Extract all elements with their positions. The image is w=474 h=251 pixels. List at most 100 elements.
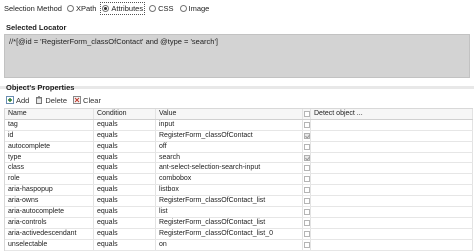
selected-locator-field[interactable]: //*[@id = 'RegisterForm_classOfContact' … <box>4 34 470 78</box>
table-row[interactable]: aria-haspopup equals listbox <box>5 185 473 197</box>
detect-object-cell[interactable] <box>311 217 473 228</box>
property-value-cell[interactable]: listbox <box>156 185 303 196</box>
property-value-cell[interactable]: ant-select-selection-search-input <box>156 163 303 174</box>
property-name-cell[interactable]: role <box>5 174 94 185</box>
property-condition-cell[interactable]: equals <box>94 119 156 130</box>
property-condition-cell[interactable]: equals <box>94 185 156 196</box>
property-condition-cell[interactable]: equals <box>94 228 156 239</box>
option-attributes[interactable]: Attributes <box>100 1 146 15</box>
option-xpath[interactable]: XPath <box>66 3 97 14</box>
property-value-cell[interactable]: RegisterForm_classOfContact_list <box>156 217 303 228</box>
detect-checkbox-cell[interactable] <box>303 152 311 163</box>
clear-button[interactable]: Clear <box>73 96 101 105</box>
property-condition-cell[interactable]: equals <box>94 141 156 152</box>
property-value-cell[interactable]: RegisterForm_classOfContact <box>156 130 303 141</box>
detect-checkbox[interactable] <box>303 154 310 161</box>
detect-checkbox[interactable] <box>303 198 310 205</box>
table-row[interactable]: role equals combobox <box>5 174 473 186</box>
detect-object-cell[interactable] <box>311 185 473 196</box>
column-detect-header[interactable]: Detect object ... <box>311 109 473 119</box>
detect-object-cell[interactable] <box>311 207 473 217</box>
property-value-cell[interactable]: combobox <box>156 174 303 185</box>
detect-checkbox[interactable] <box>303 176 310 183</box>
detect-checkbox[interactable] <box>303 219 310 226</box>
detect-object-cell[interactable] <box>311 239 473 250</box>
detect-checkbox-cell[interactable] <box>303 163 311 174</box>
detect-checkbox-cell[interactable] <box>303 174 311 185</box>
detect-object-cell[interactable] <box>311 196 473 207</box>
column-value-header[interactable]: Value <box>156 109 303 119</box>
table-row[interactable]: aria-controls equals RegisterForm_classOfC… <box>5 217 473 229</box>
detect-checkbox[interactable] <box>303 208 310 215</box>
detect-object-cell[interactable] <box>311 119 473 130</box>
detect-checkbox-cell[interactable] <box>303 141 311 152</box>
detect-checkbox-cell[interactable] <box>303 217 311 228</box>
add-button[interactable]: Add <box>6 96 29 105</box>
xpath-radio[interactable] <box>66 4 74 12</box>
detect-object-cell[interactable] <box>311 174 473 185</box>
property-name-cell[interactable]: class <box>5 163 94 174</box>
detect-object-cell[interactable] <box>311 141 473 152</box>
detect-checkbox[interactable] <box>303 165 310 172</box>
detect-checkbox-cell[interactable] <box>303 119 311 130</box>
detect-object-cell[interactable] <box>311 228 473 239</box>
property-value-cell[interactable]: search <box>156 152 303 163</box>
property-value-cell[interactable]: on <box>156 239 303 250</box>
property-name-cell[interactable]: type <box>5 152 94 163</box>
property-name-cell[interactable]: aria-controls <box>5 217 94 228</box>
detect-checkbox-cell[interactable] <box>303 207 311 217</box>
detect-checkbox[interactable] <box>303 187 310 194</box>
column-name-header[interactable]: Name <box>5 109 94 119</box>
property-name-cell[interactable]: aria-activedescendant <box>5 228 94 239</box>
detect-object-cell[interactable] <box>311 130 473 141</box>
property-name-cell[interactable]: autocomplete <box>5 141 94 152</box>
detect-object-cell[interactable] <box>311 152 473 163</box>
property-name-cell[interactable]: aria-haspopup <box>5 185 94 196</box>
detect-checkbox[interactable] <box>303 121 310 128</box>
option-css[interactable]: CSS <box>148 3 174 14</box>
property-value-cell[interactable]: RegisterForm_classOfContact_list <box>156 196 303 207</box>
property-condition-cell[interactable]: equals <box>94 196 156 207</box>
table-row[interactable]: type equals search <box>5 152 473 164</box>
property-name-cell[interactable]: tag <box>5 119 94 130</box>
table-row[interactable]: tag equals input <box>5 119 473 131</box>
detect-object-cell[interactable] <box>311 163 473 174</box>
detect-checkbox-cell[interactable] <box>303 185 311 196</box>
detect-checkbox-cell[interactable] <box>303 228 311 239</box>
delete-button[interactable]: Delete <box>35 96 67 105</box>
select-all-checkbox[interactable] <box>303 110 310 117</box>
column-condition-header[interactable]: Condition <box>94 109 156 119</box>
property-condition-cell[interactable]: equals <box>94 130 156 141</box>
table-row[interactable]: aria-activedescendant equals RegisterForm_… <box>5 228 473 240</box>
property-value-cell[interactable]: input <box>156 119 303 130</box>
property-condition-cell[interactable]: equals <box>94 152 156 163</box>
detect-checkbox-cell[interactable] <box>303 130 311 141</box>
detect-checkbox[interactable] <box>303 230 310 237</box>
detect-checkbox[interactable] <box>303 143 310 150</box>
property-condition-cell[interactable]: equals <box>94 174 156 185</box>
property-condition-cell[interactable]: equals <box>94 163 156 174</box>
table-row[interactable]: unselectable equals on <box>5 239 473 251</box>
property-name-cell[interactable]: aria-owns <box>5 196 94 207</box>
css-radio[interactable] <box>149 4 157 12</box>
image-radio[interactable] <box>179 4 187 12</box>
option-image[interactable]: Image <box>179 3 211 14</box>
property-value-cell[interactable]: off <box>156 141 303 152</box>
property-condition-cell[interactable]: equals <box>94 207 156 217</box>
property-name-cell[interactable]: unselectable <box>5 239 94 250</box>
table-row[interactable]: aria-owns equals RegisterForm_classOfConta… <box>5 196 473 208</box>
property-condition-cell[interactable]: equals <box>94 239 156 250</box>
table-row[interactable]: class equals ant-select-selection-search-i… <box>5 163 473 175</box>
select-all-cell[interactable] <box>303 109 311 119</box>
property-name-cell[interactable]: id <box>5 130 94 141</box>
detect-checkbox-cell[interactable] <box>303 239 311 250</box>
property-condition-cell[interactable]: equals <box>94 217 156 228</box>
table-row[interactable]: autocomplete equals off <box>5 141 473 153</box>
table-row[interactable]: id equals RegisterForm_classOfContact <box>5 130 473 142</box>
detect-checkbox-cell[interactable] <box>303 196 311 207</box>
property-name-cell[interactable]: aria-autocomplete <box>5 207 94 217</box>
detect-checkbox[interactable] <box>303 241 310 248</box>
attributes-radio[interactable] <box>102 4 110 12</box>
table-row[interactable]: aria-autocomplete equals list <box>5 207 473 218</box>
property-value-cell[interactable]: list <box>156 207 303 217</box>
